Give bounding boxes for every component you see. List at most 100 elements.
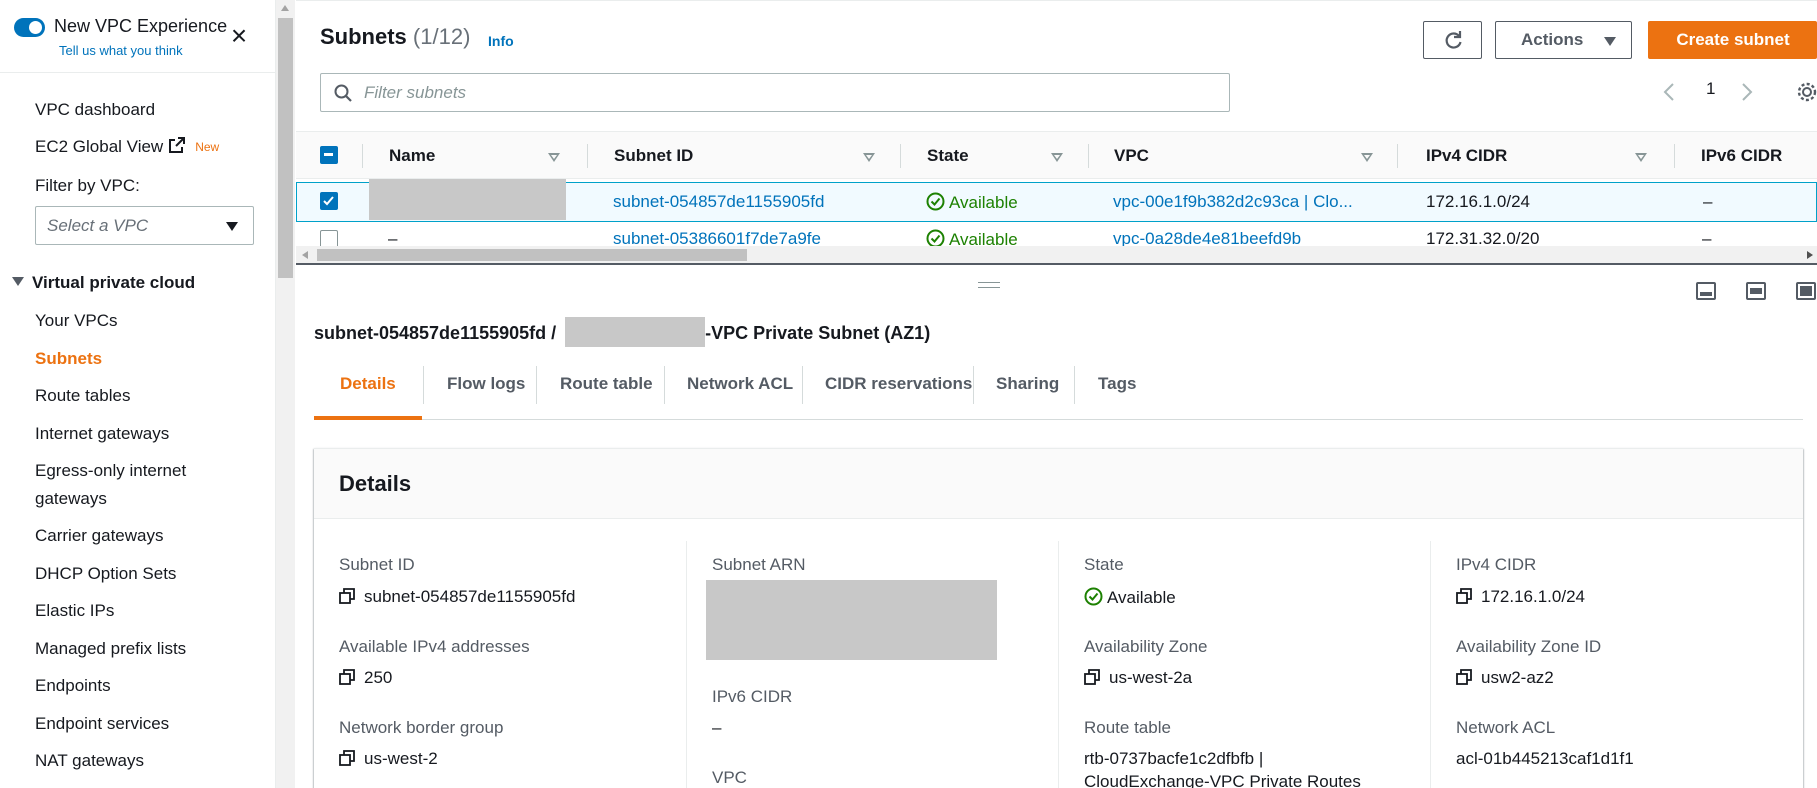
- sidebar-item-managed-prefix-lists[interactable]: Managed prefix lists: [35, 639, 186, 659]
- filter-subnets-input[interactable]: Filter subnets: [320, 73, 1230, 112]
- refresh-icon: [1445, 31, 1462, 49]
- section-label: Virtual private cloud: [32, 273, 196, 292]
- split-bottom-view-icon[interactable]: [1696, 282, 1716, 300]
- title-text: Subnets: [320, 24, 407, 49]
- scrollbar-thumb[interactable]: [317, 249, 747, 261]
- caret-down-icon: [1604, 37, 1616, 46]
- vpc-link[interactable]: vpc-00e1f9b382d2c93ca | Clo...: [1113, 192, 1353, 212]
- tab-sharing[interactable]: Sharing: [996, 374, 1059, 394]
- copy-icon[interactable]: [1456, 669, 1472, 685]
- copy-icon[interactable]: [339, 588, 355, 604]
- feedback-link[interactable]: Tell us what you think: [59, 43, 183, 58]
- tab-route-table[interactable]: Route table: [560, 374, 653, 394]
- vpc-link[interactable]: vpc-0a28de4e81beefd9b: [1113, 229, 1301, 246]
- sidebar-item-your-vpcs[interactable]: Your VPCs: [35, 311, 118, 331]
- full-view-icon[interactable]: [1796, 282, 1816, 300]
- scroll-up-arrow-icon[interactable]: [281, 5, 289, 11]
- sort-icon[interactable]: [863, 153, 875, 162]
- sidebar-item-subnets[interactable]: Subnets: [35, 349, 102, 369]
- sidebar-item-route-tables[interactable]: Route tables: [35, 386, 130, 406]
- new-experience-toggle[interactable]: [14, 18, 45, 37]
- table-horizontal-scrollbar[interactable]: [296, 246, 1817, 263]
- row-checkbox[interactable]: [320, 192, 338, 210]
- tab-cidr-reservations[interactable]: CIDR reservations: [825, 374, 972, 394]
- subnet-id-value: subnet-054857de1155905fd: [339, 587, 575, 607]
- scroll-left-arrow-icon[interactable]: [302, 251, 308, 259]
- state-value: Available: [1084, 587, 1176, 608]
- tab-divider: [973, 366, 974, 404]
- caret-down-icon: [226, 222, 238, 231]
- route-table-link[interactable]: rtb-0737bacfe1c2dfbfb |: [1084, 749, 1263, 769]
- sidebar-item-dhcp-option-sets[interactable]: DHCP Option Sets: [35, 564, 176, 584]
- chevron-left-icon[interactable]: [1663, 82, 1675, 102]
- scroll-right-arrow-icon[interactable]: [1807, 251, 1813, 259]
- copy-icon[interactable]: [1084, 669, 1100, 685]
- sidebar-item-ec2-global-view[interactable]: EC2 Global View New: [35, 137, 219, 157]
- row-checkbox[interactable]: [320, 230, 338, 246]
- refresh-button[interactable]: [1423, 21, 1482, 59]
- subnets-table-panel: Subnets (1/12) Info Actions Create subne…: [296, 0, 1817, 263]
- sort-icon[interactable]: [1635, 153, 1647, 162]
- route-table-link-line2[interactable]: CloudExchange-VPC Private Routes: [1084, 772, 1361, 788]
- sidebar-item-nat-gateways[interactable]: NAT gateways: [35, 751, 144, 771]
- tab-flow-logs[interactable]: Flow logs: [447, 374, 525, 394]
- sort-icon[interactable]: [548, 153, 560, 162]
- table-row[interactable]: subnet-054857de1155905fd Available vpc-0…: [296, 179, 1817, 222]
- sidebar-item-carrier-gateways[interactable]: Carrier gateways: [35, 526, 164, 546]
- column-header-ipv4-cidr[interactable]: IPv4 CIDR: [1426, 146, 1507, 166]
- drag-handle-icon[interactable]: [978, 282, 1000, 288]
- copy-icon[interactable]: [339, 750, 355, 766]
- sidebar-item-vpc-dashboard[interactable]: VPC dashboard: [35, 100, 155, 120]
- state-text: Available: [949, 230, 1018, 246]
- section-virtual-private-cloud[interactable]: Virtual private cloud: [12, 273, 195, 293]
- chevron-right-icon[interactable]: [1741, 82, 1753, 102]
- copy-icon[interactable]: [339, 669, 355, 685]
- sidebar-item-internet-gateways[interactable]: Internet gateways: [35, 424, 169, 444]
- column-header-state[interactable]: State: [927, 146, 969, 166]
- availability-zone-id-label: Availability Zone ID: [1456, 637, 1602, 656]
- sidebar-item-egress-only-gateways[interactable]: Egress-only internet: [35, 461, 186, 481]
- network-border-group-value: us-west-2: [339, 749, 438, 769]
- gear-icon[interactable]: [1796, 81, 1817, 103]
- sidebar: New VPC Experience Tell us what you thin…: [0, 0, 276, 788]
- sidebar-item-elastic-ips[interactable]: Elastic IPs: [35, 601, 114, 621]
- vpc-filter-select[interactable]: Select a VPC: [35, 206, 254, 245]
- sidebar-item-endpoint-services[interactable]: Endpoint services: [35, 714, 169, 734]
- create-subnet-button[interactable]: Create subnet: [1648, 21, 1817, 59]
- state-value: Available: [926, 229, 1018, 246]
- tab-tags[interactable]: Tags: [1098, 374, 1136, 394]
- actions-button[interactable]: Actions: [1495, 21, 1632, 59]
- filter-by-vpc-label: Filter by VPC:: [35, 176, 140, 195]
- column-header-name[interactable]: Name: [389, 146, 435, 166]
- column-header-ipv6-cidr[interactable]: IPv6 CIDR: [1701, 146, 1782, 166]
- tab-network-acl[interactable]: Network ACL: [687, 374, 793, 394]
- collapse-triangle-icon: [12, 277, 24, 286]
- tab-divider: [664, 366, 665, 404]
- page-number[interactable]: 1: [1706, 79, 1715, 99]
- copy-icon[interactable]: [1456, 588, 1472, 604]
- sidebar-item-egress-only-gateways-line2[interactable]: gateways: [35, 489, 107, 509]
- status-available-icon: [926, 229, 945, 246]
- close-icon[interactable]: ×: [226, 22, 252, 50]
- table-row[interactable]: – subnet-05386601f7de7a9fe Available vpc…: [296, 223, 1817, 246]
- tab-divider: [1074, 366, 1075, 404]
- info-link[interactable]: Info: [488, 33, 514, 49]
- subnet-id-link[interactable]: subnet-054857de1155905fd: [613, 192, 824, 212]
- column-header-vpc[interactable]: VPC: [1114, 146, 1149, 166]
- sidebar-scrollbar[interactable]: [276, 0, 295, 788]
- column-header-subnet-id[interactable]: Subnet ID: [614, 146, 693, 166]
- sidebar-item-endpoints[interactable]: Endpoints: [35, 676, 111, 696]
- sort-icon[interactable]: [1051, 153, 1063, 162]
- subnet-id-link[interactable]: subnet-05386601f7de7a9fe: [613, 229, 821, 246]
- scrollbar-thumb[interactable]: [278, 18, 293, 278]
- column-divider: [1088, 144, 1089, 168]
- split-side-view-icon[interactable]: [1746, 282, 1766, 300]
- select-all-checkbox[interactable]: [320, 146, 338, 164]
- tab-details[interactable]: Details: [340, 374, 396, 394]
- sort-icon[interactable]: [1361, 153, 1373, 162]
- route-table-label: Route table: [1084, 718, 1171, 737]
- state-value: Available: [926, 192, 1018, 213]
- split-panel-divider[interactable]: [296, 263, 1817, 265]
- network-acl-link[interactable]: acl-01b445213caf1d1f1: [1456, 749, 1634, 769]
- sidebar-item-label: EC2 Global View: [35, 137, 164, 156]
